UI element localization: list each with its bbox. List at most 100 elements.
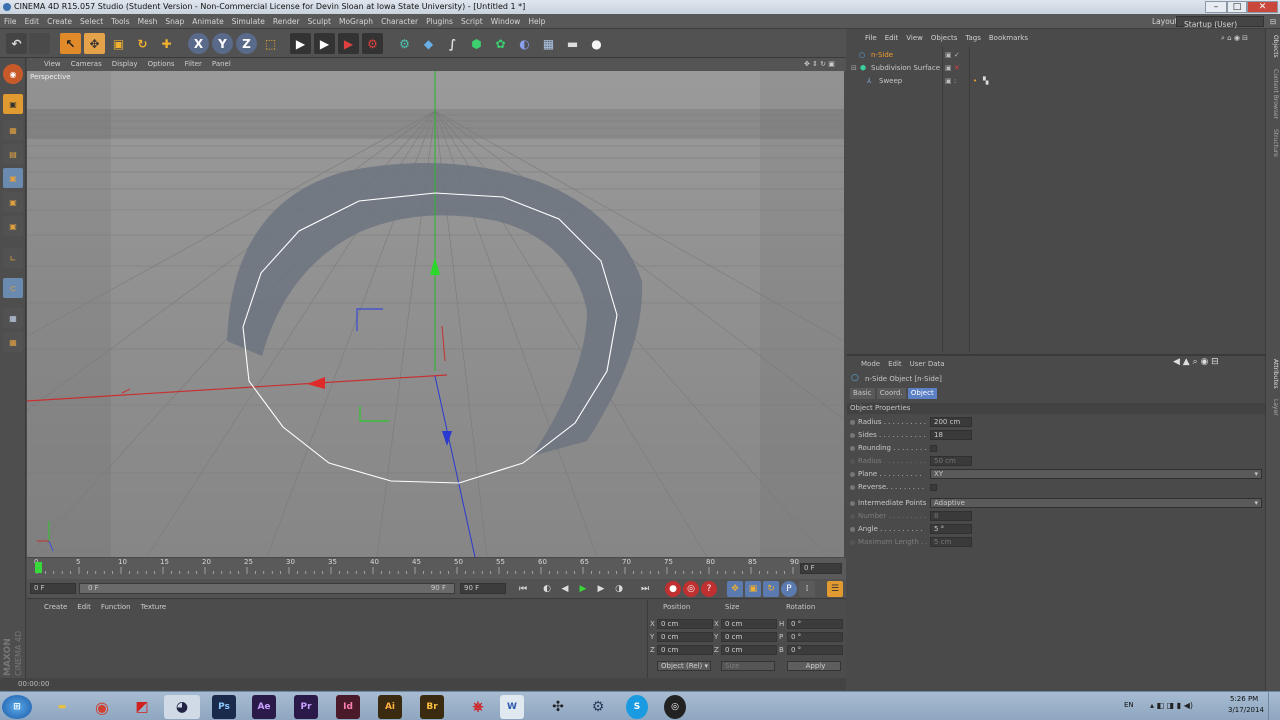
model-mode-icon[interactable]: ▣ <box>3 94 23 114</box>
menu-plugins[interactable]: Plugins <box>422 14 457 29</box>
sides-field[interactable]: 18 <box>930 430 972 440</box>
snapping-icon[interactable]: ⊂ <box>3 278 23 298</box>
current-frame-field[interactable]: 0 F <box>800 563 842 574</box>
edges-mode-icon[interactable]: ▣ <box>3 192 23 212</box>
points-mode-icon[interactable]: ▣ <box>3 168 23 188</box>
pos-y-field[interactable]: 0 cm <box>657 632 713 642</box>
rounding-checkbox[interactable] <box>930 445 937 452</box>
layout-select[interactable]: Startup (User) <box>1176 16 1264 29</box>
intermediate-points-select[interactable]: Adaptive ▾ <box>930 498 1262 508</box>
menu-file[interactable]: File <box>0 14 21 29</box>
layout-lock-icon[interactable]: ⊟ <box>1266 14 1280 29</box>
cinema4d-taskbar-icon[interactable]: ◕ <box>164 695 200 719</box>
render-settings-icon[interactable]: ⚙ <box>362 33 383 54</box>
object-name[interactable]: n-Side <box>871 49 893 62</box>
object-row-nside[interactable]: ○ n-Side ▣ ✓ <box>847 49 1265 62</box>
menu-simulate[interactable]: Simulate <box>228 14 269 29</box>
app-red-icon[interactable]: ◩ <box>124 695 160 719</box>
menu-render[interactable]: Render <box>269 14 304 29</box>
visibility-dots[interactable]: ▣ ✕ <box>945 62 960 75</box>
undo-icon[interactable]: ↶ <box>6 33 27 54</box>
phong-tag-icon[interactable]: • <box>973 75 977 88</box>
menu-mograph[interactable]: MoGraph <box>335 14 377 29</box>
vp-menu-view[interactable]: View <box>39 58 66 71</box>
next-key-icon[interactable]: ◑ <box>611 581 627 597</box>
vp-menu-display[interactable]: Display <box>107 58 143 71</box>
x-axis-lock-icon[interactable]: X <box>188 33 209 54</box>
clock-date[interactable]: 3/17/2014 <box>1228 706 1264 714</box>
record-icon[interactable]: ● <box>665 581 681 597</box>
attr-menu-edit[interactable]: Edit <box>888 360 902 368</box>
tab-coord[interactable]: Coord. <box>876 388 906 399</box>
rot-p-field[interactable]: 0 ° <box>787 632 843 642</box>
premiere-icon[interactable]: Pr <box>294 695 318 719</box>
parameter-key-icon[interactable]: P <box>781 581 797 597</box>
om-menu-bookmarks[interactable]: Bookmarks <box>985 31 1032 45</box>
size-z-field[interactable]: 0 cm <box>721 645 777 655</box>
rot-h-field[interactable]: 0 ° <box>787 619 843 629</box>
attr-menu-mode[interactable]: Mode <box>861 360 880 368</box>
steam-icon[interactable]: ⚙ <box>580 695 616 719</box>
word-icon[interactable]: W <box>500 695 524 719</box>
clock-time[interactable]: 5:26 PM <box>1230 695 1258 703</box>
move-tool-icon[interactable]: ✥ <box>84 33 105 54</box>
play-icon[interactable]: ▶ <box>575 581 591 597</box>
rounding-radius-field[interactable]: 50 cm <box>930 456 972 466</box>
timeline-menu-icon[interactable]: ☰ <box>827 581 843 597</box>
reverse-checkbox[interactable] <box>930 484 937 491</box>
number-field[interactable]: 8 <box>930 511 972 521</box>
maximize-button[interactable]: □ <box>1227 1 1247 13</box>
locked-workplane-icon[interactable]: ▦ <box>3 332 23 352</box>
expand-icon[interactable]: ⊟ <box>851 62 857 75</box>
photoshop-icon[interactable]: Ps <box>212 695 236 719</box>
position-key-icon[interactable]: ✥ <box>727 581 743 597</box>
coordinate-system-icon[interactable]: ⬚ <box>260 33 281 54</box>
vp-menu-cameras[interactable]: Cameras <box>66 58 107 71</box>
tab-structure[interactable]: Structure <box>1268 129 1279 157</box>
range-slider[interactable]: 0 F 90 F <box>79 583 455 594</box>
spline-pen-icon[interactable]: ∫ <box>442 33 463 54</box>
make-editable-icon[interactable]: ◉ <box>3 64 23 84</box>
attr-nav-icons[interactable]: ◀ ▲ ⌕ ◉ ⊟ <box>1173 357 1219 367</box>
illustrator-icon[interactable]: Ai <box>378 695 402 719</box>
timeline-ruler[interactable]: 051015202530354045505560657075808590 0 F <box>27 558 846 579</box>
object-name[interactable]: Sweep <box>879 75 902 88</box>
mat-menu-edit[interactable]: Edit <box>72 600 96 615</box>
cube-object-icon[interactable]: ◆ <box>418 33 439 54</box>
3d-viewport[interactable]: Perspective <box>27 71 844 557</box>
keyframe-selection-icon[interactable]: ? <box>701 581 717 597</box>
menu-tools[interactable]: Tools <box>107 14 133 29</box>
menu-select[interactable]: Select <box>76 14 107 29</box>
scale-key-icon[interactable]: ▣ <box>745 581 761 597</box>
object-name[interactable]: Subdivision Surface <box>871 62 940 75</box>
start-frame-field[interactable]: 0 F <box>30 583 76 594</box>
cube-primitive-icon[interactable]: ⚙ <box>394 33 415 54</box>
om-menu-objects[interactable]: Objects <box>927 31 961 45</box>
tab-basic[interactable]: Basic <box>850 388 875 399</box>
size-y-field[interactable]: 0 cm <box>721 632 777 642</box>
om-menu-view[interactable]: View <box>902 31 927 45</box>
vp-menu-filter[interactable]: Filter <box>180 58 207 71</box>
viewport-nav-icons[interactable]: ✥ ⇕ ↻ ▣ <box>799 58 840 71</box>
workplane-mode-icon[interactable]: ▤ <box>3 144 23 164</box>
camera-icon[interactable]: ▬ <box>562 33 583 54</box>
subdivision-surface-icon[interactable]: ⬢ <box>466 33 487 54</box>
vp-menu-options[interactable]: Options <box>143 58 180 71</box>
object-row-subdivision-surface[interactable]: ⊟ ⬢ Subdivision Surface ▣ ✕ <box>847 62 1265 75</box>
previous-frame-icon[interactable]: ◀ <box>557 581 573 597</box>
tab-content-browser[interactable]: Content Browser <box>1268 69 1279 119</box>
vp-menu-panel[interactable]: Panel <box>207 58 236 71</box>
mat-menu-function[interactable]: Function <box>96 600 136 615</box>
skype-icon[interactable]: S <box>626 695 648 719</box>
redo-icon[interactable] <box>29 33 50 54</box>
show-desktop-button[interactable] <box>1268 692 1280 720</box>
go-to-start-icon[interactable]: ⏮ <box>515 581 531 597</box>
menu-mesh[interactable]: Mesh <box>134 14 162 29</box>
rotation-key-icon[interactable]: ↻ <box>763 581 779 597</box>
pos-z-field[interactable]: 0 cm <box>657 645 713 655</box>
mat-menu-create[interactable]: Create <box>39 600 72 615</box>
render-picture-viewer-icon[interactable]: ▶ <box>314 33 335 54</box>
object-row-sweep[interactable]: ⅄ Sweep ▣ : • ▚ <box>847 75 1265 88</box>
chrome-icon[interactable]: ◉ <box>84 695 120 719</box>
array-icon[interactable]: ✿ <box>490 33 511 54</box>
